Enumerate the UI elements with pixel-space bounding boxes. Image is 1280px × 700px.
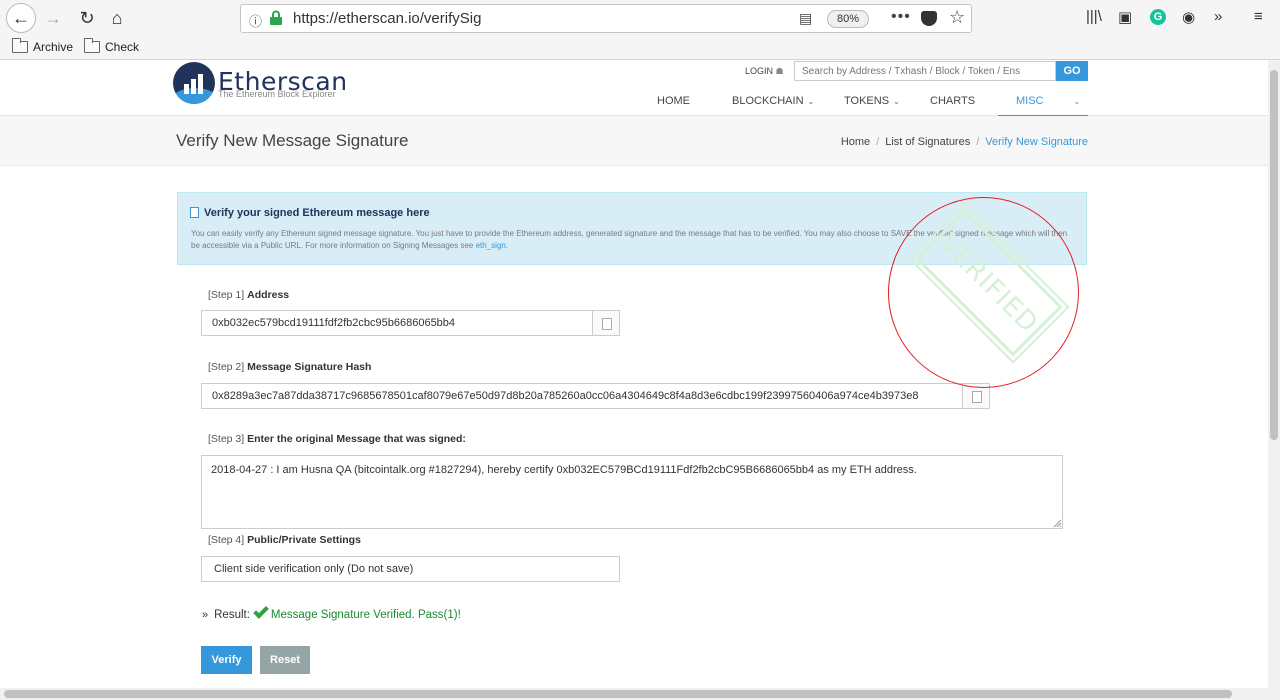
nav-misc[interactable]: MISC ⌄ [1016,95,1080,107]
vertical-scrollbar[interactable] [1268,60,1280,700]
page-title-bar: Verify New Message Signature Home / List o… [0,116,1268,166]
page-title: Verify New Message Signature [176,131,409,150]
address-bar[interactable]: ⓘ https://etherscan.io/verifySig ▤ 80% •… [240,4,972,33]
overflow-chevron-icon[interactable]: » [1214,8,1222,25]
back-button[interactable]: ← [6,3,36,33]
menu-icon[interactable]: ≡ [1254,8,1263,25]
forward-button[interactable]: → [40,5,66,31]
search-input[interactable] [794,61,1056,81]
reload-button[interactable]: ↻ [74,5,100,31]
nav-tokens[interactable]: TOKENS ⌄ [844,95,900,107]
resize-handle-icon[interactable] [1052,518,1062,528]
url-text: https://etherscan.io/verifySig [293,10,482,27]
verify-button[interactable]: Verify [201,646,252,674]
search-go-button[interactable]: GO [1056,61,1088,81]
grammarly-icon[interactable]: G [1150,9,1166,25]
user-icon: ☗ [775,66,784,76]
bookmark-star-icon[interactable]: ☆ [949,7,965,28]
step-4-label: [Step 4] Public/Private Settings [208,534,361,546]
lock-icon [270,10,282,25]
site-header: Etherscan The Ethereum Block Explorer LO… [0,60,1268,117]
login-link[interactable]: LOGIN ☗ [745,66,784,77]
result-message: Message Signature Verified. Pass(1)! [270,609,461,621]
folder-icon [84,38,100,53]
horizontal-scroll-thumb[interactable] [4,690,1232,698]
reader-view-icon[interactable]: ▤ [799,10,812,27]
breadcrumb-list-of-signatures[interactable]: List of Signatures [885,136,970,148]
vertical-scroll-thumb[interactable] [1270,70,1278,440]
signature-hash-input[interactable]: 0x8289a3ec7a87dda38717c9685678501caf8079… [201,383,963,409]
step-2-label: [Step 2] Message Signature Hash [208,361,372,373]
reset-button[interactable]: Reset [260,646,310,674]
verification-result: » Result: Message Signature Verified. Pass… [202,603,461,621]
paste-icon[interactable] [592,310,620,336]
bookmark-check[interactable]: Check [84,38,139,54]
chevron-down-icon: ⌄ [1073,97,1081,106]
breadcrumb-home[interactable]: Home [841,136,870,148]
horizontal-scrollbar[interactable] [0,688,1268,700]
breadcrumb: Home / List of Signatures / Verify New Signa… [840,136,1088,148]
step-3-label: [Step 3] Enter the original Message that… [208,433,466,445]
red-annotation-circle [888,197,1079,388]
library-icon[interactable]: |||\ [1086,8,1102,25]
document-icon [190,207,199,218]
info-title: Verify your signed Ethereum message here [190,207,430,219]
folder-icon [12,38,28,53]
bookmark-archive[interactable]: Archive [12,38,73,54]
checkmark-icon [253,603,269,619]
pocket-icon[interactable] [921,11,937,26]
eth-sign-link[interactable]: eth_sign [476,241,506,250]
chevron-right-icon: » [202,609,209,621]
step-1-label: [Step 1] Address [208,289,290,301]
chevron-down-icon: ⌄ [893,97,900,106]
nav-blockchain[interactable]: BLOCKCHAIN ⌄ [732,95,814,107]
nav-charts[interactable]: CHARTS [930,95,975,107]
info-icon[interactable]: ⓘ [249,11,262,30]
browser-toolbar: ← → ↻ ⌂ ⓘ https://etherscan.io/verifySig… [0,0,1280,60]
sidebar-icon[interactable]: ▣ [1118,8,1132,26]
chevron-down-icon: ⌄ [807,97,815,106]
nav-home[interactable]: HOME [657,95,690,107]
zoom-level[interactable]: 80% [827,10,869,28]
settings-select[interactable]: Client side verification only (Do not sa… [201,556,620,582]
etherscan-logo-icon[interactable] [173,62,215,104]
extension-icon[interactable]: ◉ [1182,8,1195,26]
address-input[interactable]: 0xb032ec579bcd19111fdf2fb2cbc95b6686065b… [201,310,593,336]
logo-tagline: The Ethereum Block Explorer [218,89,336,99]
page-actions-icon[interactable]: ••• [891,8,911,26]
breadcrumb-current: Verify New Signature [985,136,1088,148]
home-button[interactable]: ⌂ [104,5,130,31]
message-textarea[interactable]: 2018-04-27 : I am Husna QA (bitcointalk.… [201,455,1063,529]
